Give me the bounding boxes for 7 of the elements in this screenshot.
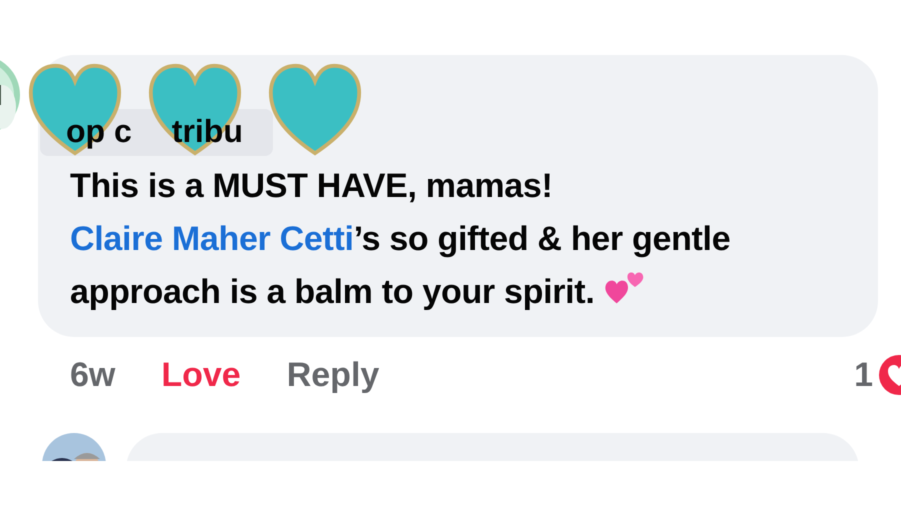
love-button[interactable]: Love — [161, 356, 241, 394]
comment-time: 6w — [70, 356, 116, 394]
reply-button[interactable]: Reply — [286, 356, 380, 394]
mention-link[interactable]: Claire Maher Cetti — [70, 220, 354, 258]
badge-text: op c — [66, 113, 132, 150]
comment-text: This is a MUST HAVE, mamas! Claire Maher Cetti’s so gifted & her gentle approach is a balm to your spirit. — [70, 166, 732, 313]
reaction-count: 1 — [854, 356, 873, 394]
